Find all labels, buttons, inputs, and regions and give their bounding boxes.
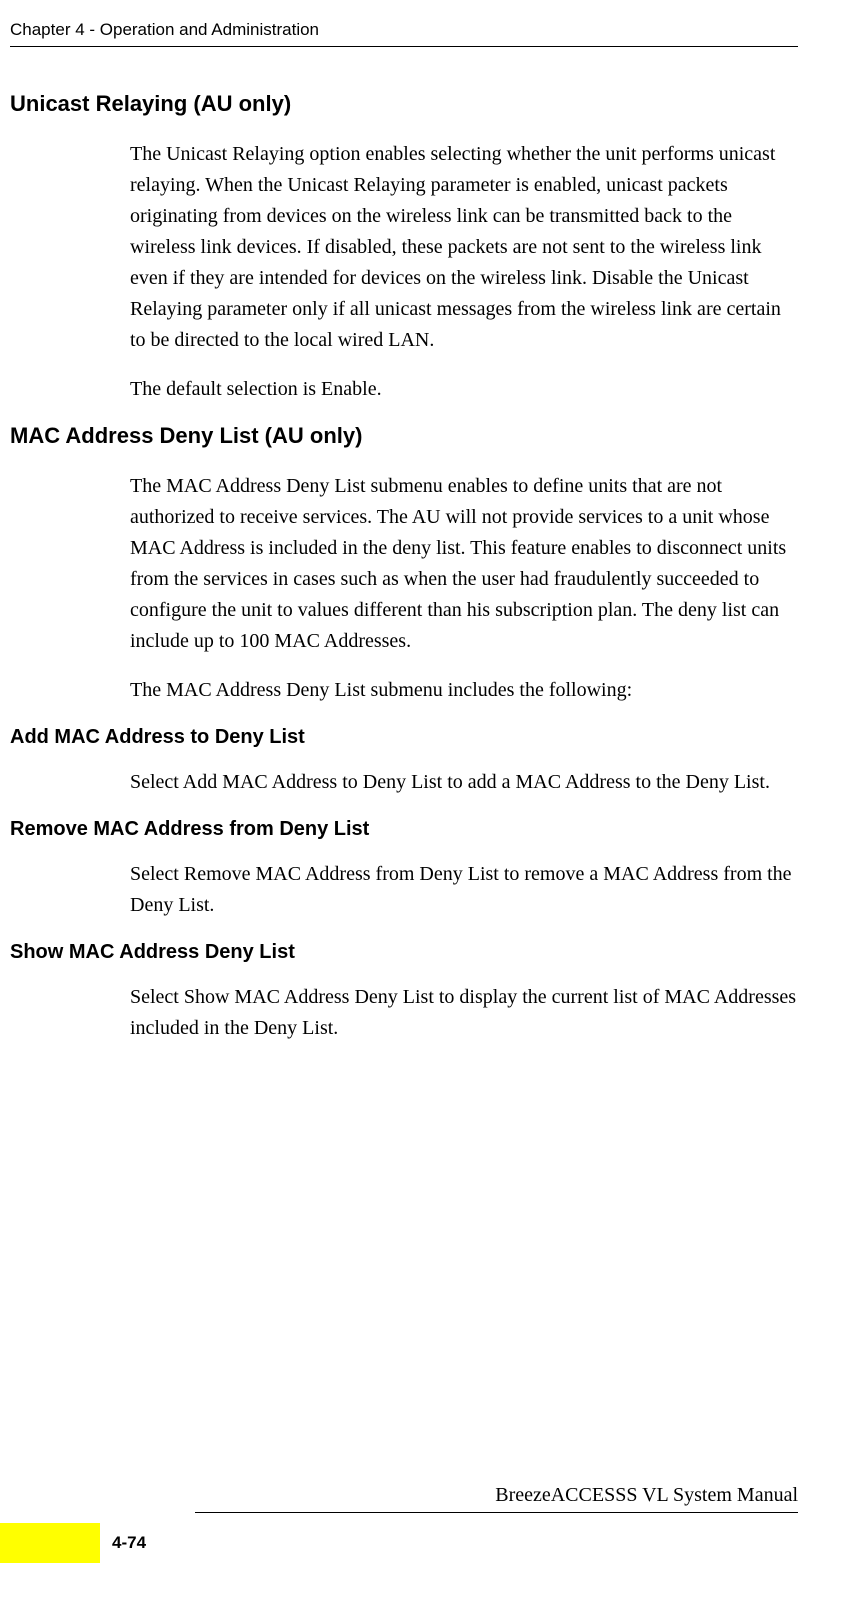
section-unicast: Unicast Relaying (AU only) The Unicast R… [10,91,798,405]
heading-remove-mac: Remove MAC Address from Deny List [10,818,798,841]
document-page: Chapter 4 - Operation and Administration… [0,0,858,1603]
body-text: Select Show MAC Address Deny List to dis… [130,982,798,1044]
page-footer: BreezeACCESSS VL System Manual 4-74 [0,1512,798,1563]
heading-unicast: Unicast Relaying (AU only) [10,91,798,117]
page-header: Chapter 4 - Operation and Administration [10,20,798,47]
page-number: 4-74 [112,1533,146,1553]
footer-wrap: BreezeACCESSS VL System Manual 4-74 [0,1512,798,1563]
yellow-marker [0,1523,100,1563]
body-text: The default selection is Enable. [130,374,798,405]
manual-title: BreezeACCESSS VL System Manual [495,1484,798,1507]
body-text: Select Add MAC Address to Deny List to a… [130,767,798,798]
section-add-mac: Add MAC Address to Deny List Select Add … [10,726,798,798]
footer-rule [195,1512,798,1513]
chapter-label: Chapter 4 - Operation and Administration [10,20,319,39]
heading-add-mac: Add MAC Address to Deny List [10,726,798,749]
footer-row: 4-74 [0,1523,798,1563]
body-text: The MAC Address Deny List submenu enable… [130,471,798,657]
footer-left: 4-74 [0,1523,146,1563]
body-text: The Unicast Relaying option enables sele… [130,139,798,356]
section-mac-deny: MAC Address Deny List (AU only) The MAC … [10,423,798,706]
heading-show-mac: Show MAC Address Deny List [10,941,798,964]
heading-mac-deny: MAC Address Deny List (AU only) [10,423,798,449]
section-show-mac: Show MAC Address Deny List Select Show M… [10,941,798,1044]
section-remove-mac: Remove MAC Address from Deny List Select… [10,818,798,921]
body-text: The MAC Address Deny List submenu includ… [130,675,798,706]
body-text: Select Remove MAC Address from Deny List… [130,859,798,921]
